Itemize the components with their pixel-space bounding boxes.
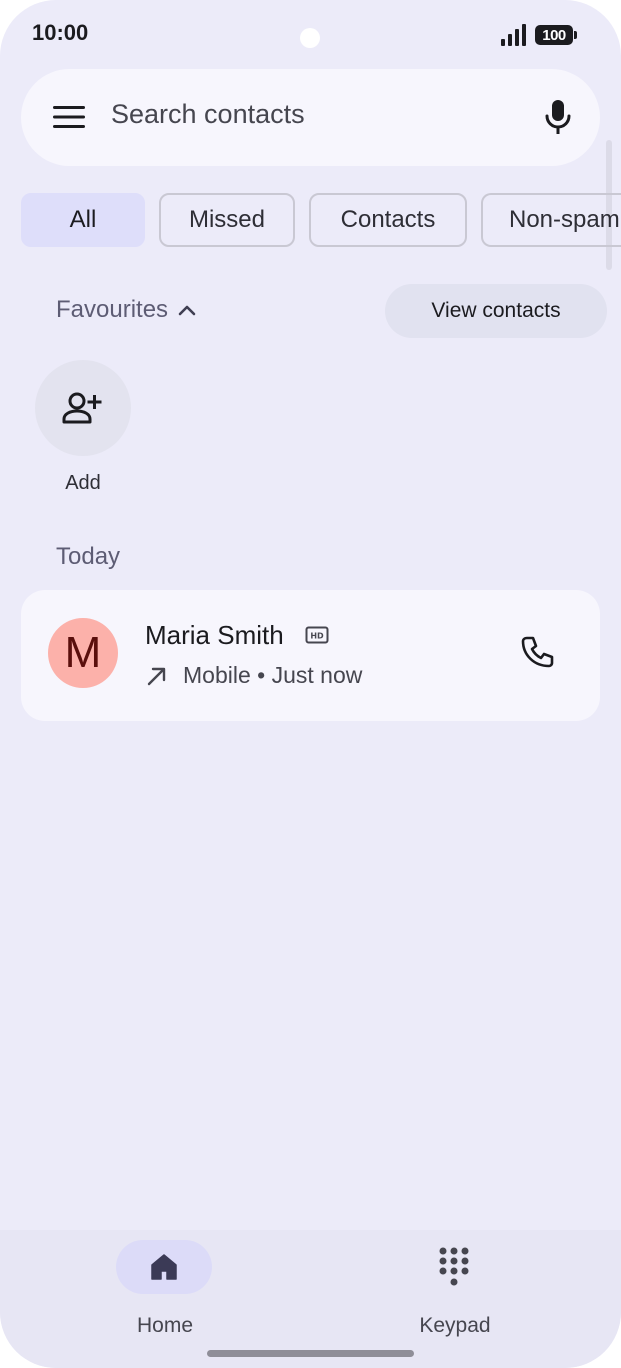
chevron-up-icon xyxy=(178,305,196,316)
phone-screen: 10:00 100 Search contacts All Missed Con… xyxy=(0,0,621,1368)
phone-call-icon[interactable] xyxy=(519,634,555,670)
filter-chip-all[interactable]: All xyxy=(21,193,145,247)
hd-icon: HD xyxy=(305,626,329,644)
gesture-home-indicator[interactable] xyxy=(207,1350,414,1357)
status-time: 10:00 xyxy=(32,20,89,45)
call-detail: Mobile • Just now xyxy=(183,662,363,688)
search-input[interactable]: Search contacts xyxy=(111,99,305,130)
keypad-icon xyxy=(439,1247,469,1286)
mic-icon[interactable] xyxy=(543,99,573,135)
filter-chip-non-spam[interactable]: Non-spam xyxy=(481,193,621,247)
nav-home-label: Home xyxy=(136,1314,194,1337)
bottom-navigation: Home Keypad xyxy=(0,1230,621,1368)
favourites-header[interactable]: Favourites xyxy=(56,296,196,324)
outgoing-call-arrow-icon xyxy=(147,667,166,686)
call-log-entry[interactable]: M Maria Smith HD Mobile • Just now xyxy=(21,590,600,721)
home-icon xyxy=(151,1254,177,1280)
favourites-title: Favourites xyxy=(56,296,169,323)
nav-keypad-label: Keypad xyxy=(419,1314,491,1337)
nav-home-active-indicator xyxy=(116,1240,212,1294)
add-favourite-label: Add xyxy=(65,472,101,494)
add-favourite-button[interactable] xyxy=(35,360,131,456)
contact-name: Maria Smith xyxy=(145,620,284,650)
battery-icon: 100 xyxy=(535,25,577,45)
today-section-header: Today xyxy=(56,543,121,570)
signal-icon xyxy=(501,24,526,46)
avatar[interactable]: M xyxy=(48,618,118,688)
menu-icon[interactable] xyxy=(53,105,85,129)
svg-text:HD: HD xyxy=(310,632,324,641)
filter-chip-missed[interactable]: Missed xyxy=(159,193,295,247)
nav-keypad[interactable]: Keypad xyxy=(400,1240,510,1340)
filter-chip-contacts[interactable]: Contacts xyxy=(309,193,467,247)
add-person-icon xyxy=(62,392,102,424)
view-contacts-button[interactable]: View contacts xyxy=(385,284,607,338)
nav-home[interactable]: Home xyxy=(110,1240,220,1340)
camera-cutout xyxy=(300,28,320,48)
search-bar[interactable]: Search contacts xyxy=(21,69,600,166)
